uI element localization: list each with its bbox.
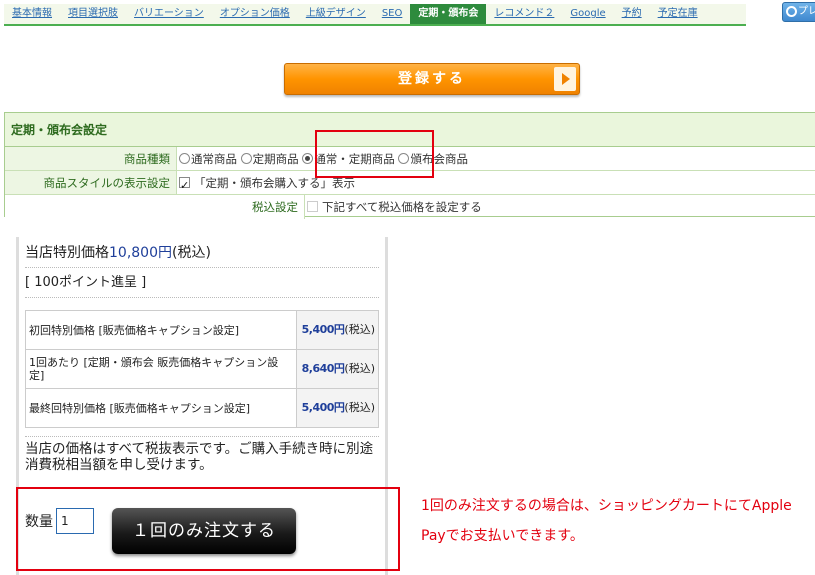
display-style-label: 商品スタイルの表示設定: [5, 171, 177, 194]
preview-button[interactable]: プレ: [782, 2, 815, 22]
tax-text: 下記すべて税込価格を設定する: [322, 200, 482, 214]
price-amount: 5,400円: [301, 401, 345, 414]
price-value: 10,800円: [109, 245, 172, 261]
display-style-text: 「定期・頒布会購入する」表示: [194, 176, 355, 190]
radio-icon: [240, 153, 252, 164]
price-tax: (税込): [344, 323, 375, 336]
price-row-name: 最終回特別価格 [販売価格キャプション設定]: [25, 388, 297, 428]
tab-planned-stock[interactable]: 予定在庫: [650, 4, 706, 24]
tab-google[interactable]: Google: [562, 4, 613, 24]
radio-icon: [179, 153, 190, 164]
tab-advanced-design[interactable]: 上級デザイン: [298, 4, 374, 24]
product-type-options: 通常商品 定期商品 通常・定期商品 頒布会商品: [177, 147, 815, 170]
preview-button-label: プレ: [798, 6, 815, 17]
tab-basic-info[interactable]: 基本情報: [4, 4, 60, 24]
price-row-name: 初回特別価格 [販売価格キャプション設定]: [25, 310, 297, 350]
table-row: 1回あたり [定期・頒布会 販売価格キャプション設定] 8,640円(税込): [25, 349, 379, 389]
display-style-option[interactable]: 「定期・頒布会購入する」表示: [177, 171, 815, 198]
tab-bar: 基本情報 項目選択肢 バリエーション オプション価格 上級デザイン SEO 定期…: [4, 4, 746, 26]
price-row-name: 1回あたり [定期・頒布会 販売価格キャプション設定]: [25, 349, 297, 389]
radio-normal-label: 通常商品: [191, 152, 237, 166]
arrow-right-icon: [554, 67, 576, 91]
price-tax: (税込): [344, 362, 375, 375]
price-amount: 8,640円: [301, 362, 345, 375]
tab-seo[interactable]: SEO: [374, 4, 411, 24]
radio-subscription-label: 定期商品: [252, 152, 299, 166]
price-prefix: 当店特別価格: [25, 245, 109, 261]
tax-note: 当店の価格はすべて税抜表示です。ご購入手続き時に別途消費税相当額を申し受けます。: [25, 436, 379, 473]
product-type-label: 商品種類: [5, 147, 177, 170]
checkbox-icon[interactable]: [307, 201, 318, 212]
price-table: 初回特別価格 [販売価格キャプション設定] 5,400円(税込) 1回あたり […: [25, 310, 379, 428]
special-price: 当店特別価格10,800円(税込): [25, 237, 379, 268]
price-amount: 5,400円: [301, 323, 345, 336]
price-row-value: 5,400円(税込): [296, 388, 379, 428]
price-suffix: (税込): [172, 245, 211, 261]
tab-recommend2[interactable]: レコメンド２: [486, 4, 562, 24]
annotation-text: 1回のみ注文するの場合は、ショッピングカートにてApple Payでお支払いでき…: [421, 498, 792, 544]
tab-option-price[interactable]: オプション価格: [212, 4, 298, 24]
register-button[interactable]: 登録する: [284, 63, 580, 95]
highlight-box-order: [16, 487, 400, 571]
tab-reservation[interactable]: 予約: [614, 4, 650, 24]
table-row: 最終回特別価格 [販売価格キャプション設定] 5,400円(税込): [25, 388, 379, 428]
radio-subscription[interactable]: 定期商品: [240, 152, 299, 166]
tax-row: 税込設定 下記すべて税込価格を設定する: [5, 195, 815, 219]
checkbox-checked-icon[interactable]: [179, 174, 190, 198]
tab-subscription[interactable]: 定期・頒布会: [410, 4, 487, 24]
register-button-label: 登録する: [398, 71, 466, 87]
tax-option[interactable]: 下記すべて税込価格を設定する: [305, 195, 815, 219]
tab-item-options[interactable]: 項目選択肢: [60, 4, 126, 24]
search-icon: [786, 5, 797, 17]
price-tax: (税込): [344, 401, 375, 414]
price-row-value: 5,400円(税込): [296, 310, 379, 350]
tax-label: 税込設定: [5, 195, 305, 219]
price-row-value: 8,640円(税込): [296, 349, 379, 389]
radio-selected-icon: [302, 153, 314, 164]
tab-variations[interactable]: バリエーション: [126, 4, 212, 24]
highlight-box-product-type: [315, 130, 434, 178]
table-row: 初回特別価格 [販売価格キャプション設定] 5,400円(税込): [25, 310, 379, 350]
points-text: [ 100ポイント進呈 ]: [25, 268, 379, 298]
radio-normal[interactable]: 通常商品: [179, 152, 237, 166]
